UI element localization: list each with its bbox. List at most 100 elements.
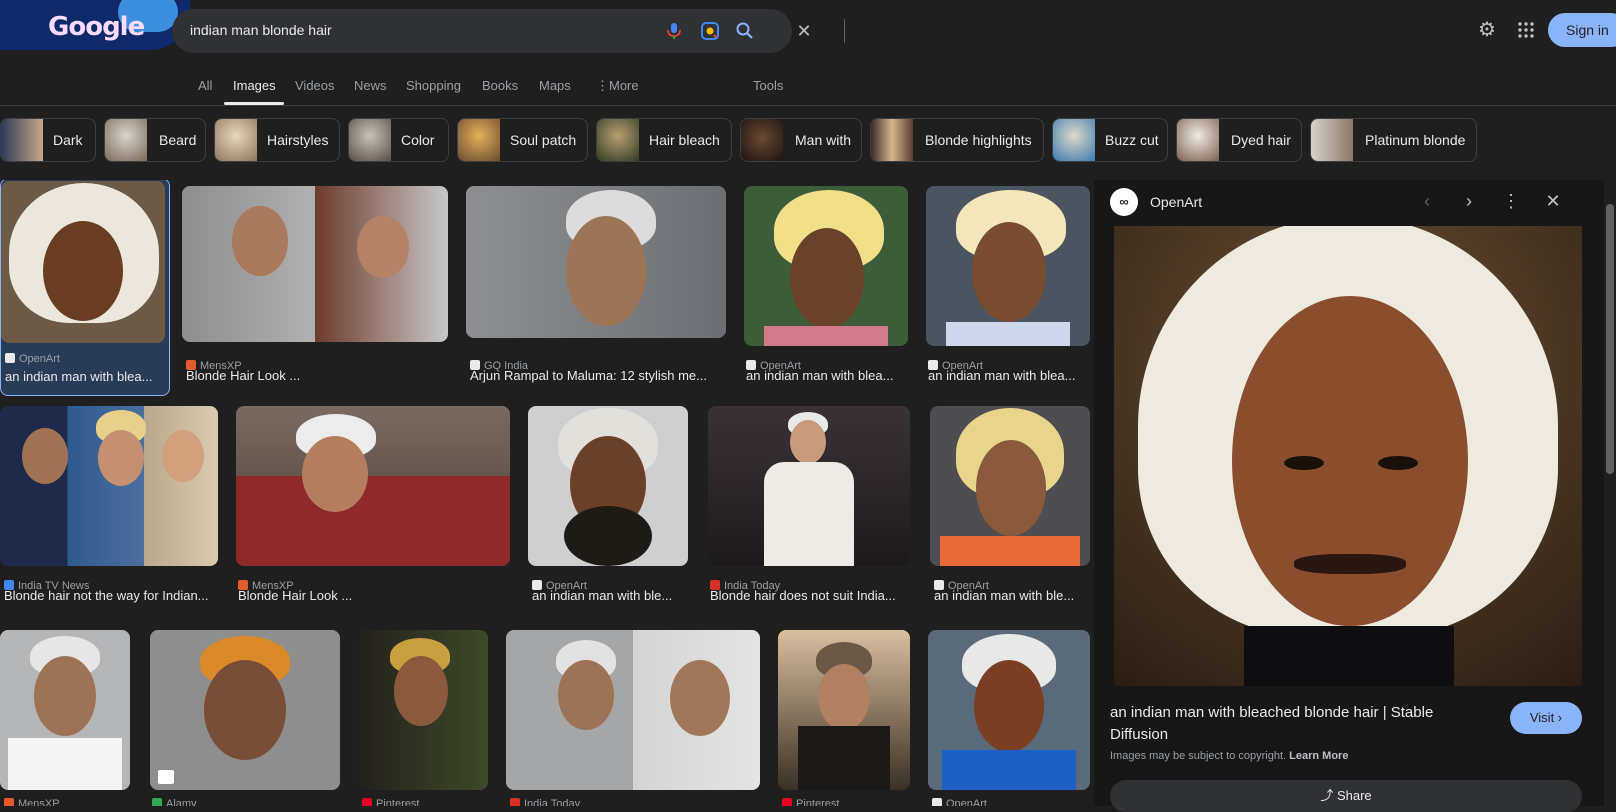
image-result[interactable]: OpenArt an indian man with ble...: [930, 406, 1094, 606]
tab-more[interactable]: More: [609, 78, 639, 93]
learn-more-link[interactable]: Learn More: [1289, 750, 1348, 762]
chip-hair-bleach[interactable]: Hair bleach: [596, 118, 732, 162]
google-doodle-logo[interactable]: Google: [0, 0, 190, 50]
result-image[interactable]: [930, 406, 1090, 566]
result-title[interactable]: Blonde Hair Look ...: [186, 368, 436, 383]
search-icon[interactable]: [735, 21, 755, 41]
shirt-shape: [8, 738, 122, 790]
chip-soul-patch[interactable]: Soul patch: [457, 118, 588, 162]
apps-grid-icon[interactable]: [1518, 22, 1534, 38]
result-image[interactable]: [0, 406, 218, 566]
chip-beard[interactable]: Beard: [104, 118, 206, 162]
tab-shopping[interactable]: Shopping: [406, 78, 461, 93]
image-result[interactable]: OpenArt: [928, 630, 1094, 806]
tab-videos[interactable]: Videos: [295, 78, 335, 93]
chip-man-with[interactable]: Man with: [740, 118, 862, 162]
sign-in-button[interactable]: Sign in: [1548, 13, 1616, 47]
image-result[interactable]: Pinterest: [778, 630, 914, 806]
share-button[interactable]: ⤴ Share: [1110, 780, 1582, 812]
result-image[interactable]: [778, 630, 910, 790]
image-result[interactable]: MensXP Blonde Hair Look ...: [234, 406, 510, 606]
image-result[interactable]: India Today: [506, 630, 762, 806]
image-result[interactable]: Pinterest: [358, 630, 490, 806]
image-result[interactable]: OpenArt an indian man with ble...: [528, 406, 692, 606]
result-title[interactable]: an indian man with blea...: [746, 368, 906, 383]
image-result[interactable]: OpenArt an indian man with blea...: [742, 184, 912, 384]
source-favicon-icon: [152, 798, 162, 806]
result-source[interactable]: MensXP: [4, 798, 60, 806]
face-shape: [818, 664, 870, 730]
result-source[interactable]: India Today: [510, 798, 580, 806]
tab-news[interactable]: News: [354, 78, 387, 93]
search-input[interactable]: indian man blonde hair: [190, 22, 332, 38]
result-source[interactable]: OpenArt: [932, 798, 987, 806]
result-image[interactable]: [744, 186, 908, 346]
tools-button[interactable]: Tools: [753, 78, 783, 93]
result-image[interactable]: [182, 186, 448, 342]
result-source[interactable]: Alamy: [152, 798, 197, 806]
result-image[interactable]: [0, 630, 130, 790]
chip-color[interactable]: Color: [348, 118, 449, 162]
result-image[interactable]: [150, 630, 340, 790]
result-image[interactable]: [1, 181, 165, 343]
suit-shape: [764, 462, 854, 566]
lens-icon[interactable]: [700, 21, 720, 41]
image-result[interactable]: MensXP Blonde Hair Look ...: [180, 184, 450, 384]
settings-gear-icon[interactable]: ⚙: [1476, 19, 1498, 41]
panel-source-name[interactable]: OpenArt: [1150, 194, 1202, 210]
collar-shape: [1244, 626, 1454, 686]
tab-all[interactable]: All: [198, 78, 212, 93]
scrollbar-thumb[interactable]: [1606, 204, 1614, 474]
visit-button[interactable]: Visit ›: [1510, 702, 1582, 734]
chip-blonde-highlights[interactable]: Blonde highlights: [870, 118, 1044, 162]
result-title[interactable]: Blonde hair does not suit India...: [710, 588, 906, 603]
tab-maps[interactable]: Maps: [539, 78, 571, 93]
result-title[interactable]: an indian man with ble...: [532, 588, 686, 603]
image-result[interactable]: Alamy: [148, 630, 342, 806]
close-icon[interactable]: ✕: [1542, 190, 1564, 212]
result-title[interactable]: an indian man with blea...: [5, 369, 163, 384]
result-title[interactable]: an indian man with ble...: [934, 588, 1088, 603]
result-title[interactable]: Blonde Hair Look ...: [238, 588, 498, 603]
image-result[interactable]: OpenArt an indian man with blea...: [924, 184, 1094, 384]
image-result[interactable]: OpenArt an indian man with blea...: [0, 180, 170, 396]
tab-books[interactable]: Books: [482, 78, 518, 93]
tab-images[interactable]: Images: [233, 78, 276, 93]
previous-arrow-icon[interactable]: ‹: [1416, 190, 1438, 212]
clear-icon[interactable]: ✕: [794, 21, 814, 41]
result-title[interactable]: an indian man with blea...: [928, 368, 1088, 383]
image-results-grid: OpenArt an indian man with blea... MensX…: [0, 180, 1100, 806]
preview-image[interactable]: ⊙: [1114, 226, 1582, 686]
voice-search-icon[interactable]: [664, 21, 684, 41]
chip-hairstyles[interactable]: Hairstyles: [214, 118, 340, 162]
openart-logo-icon: ∞: [1110, 188, 1138, 216]
chip-dyed-hair[interactable]: Dyed hair: [1176, 118, 1302, 162]
result-image[interactable]: [236, 406, 510, 566]
chip-platinum-blonde[interactable]: Platinum blonde: [1310, 118, 1477, 162]
result-image[interactable]: [708, 406, 910, 566]
result-title[interactable]: Blonde hair not the way for Indian...: [4, 588, 216, 603]
panel-title[interactable]: an indian man with bleached blonde hair …: [1110, 702, 1490, 746]
result-image[interactable]: [466, 186, 726, 338]
result-title[interactable]: Arjun Rampal to Maluma: 12 stylish me...: [470, 368, 726, 383]
image-result[interactable]: India TV News Blonde hair not the way fo…: [0, 406, 220, 606]
result-image[interactable]: [926, 186, 1090, 346]
image-result[interactable]: MensXP: [0, 630, 132, 806]
chip-dark[interactable]: Dark: [0, 118, 96, 162]
more-options-icon[interactable]: ⋮: [1500, 190, 1522, 212]
scrollbar[interactable]: [1604, 180, 1616, 806]
image-result[interactable]: GQ India Arjun Rampal to Maluma: 12 styl…: [466, 184, 730, 384]
search-box[interactable]: indian man blonde hair ✕: [172, 9, 845, 53]
result-image[interactable]: [506, 630, 760, 790]
result-source[interactable]: Pinterest: [782, 798, 839, 806]
result-source[interactable]: Pinterest: [362, 798, 419, 806]
next-arrow-icon[interactable]: ›: [1458, 190, 1480, 212]
result-source[interactable]: OpenArt: [5, 353, 60, 365]
result-image[interactable]: [928, 630, 1090, 790]
chip-buzz-cut[interactable]: Buzz cut: [1052, 118, 1168, 162]
face-shape: [357, 216, 409, 278]
more-dots-icon[interactable]: ⋮: [596, 78, 609, 94]
result-image[interactable]: [528, 406, 688, 566]
image-result[interactable]: India Today Blonde hair does not suit In…: [706, 406, 912, 606]
result-image[interactable]: [358, 630, 488, 790]
